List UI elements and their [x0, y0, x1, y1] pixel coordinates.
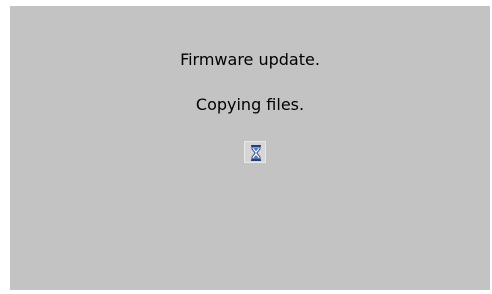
hourglass-icon	[244, 141, 266, 163]
firmware-update-screen: Firmware update. Copying files.	[10, 6, 490, 290]
update-status-text: Copying files.	[195, 95, 305, 114]
update-title: Firmware update.	[180, 50, 320, 69]
